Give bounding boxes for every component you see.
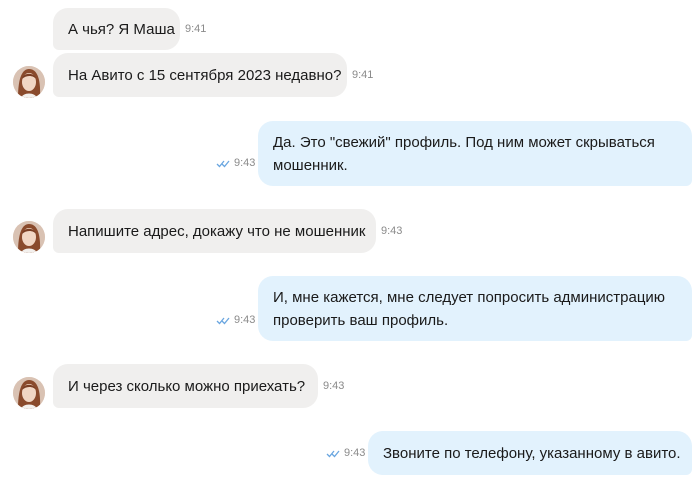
message-time: 9:41 [352,69,374,81]
avatar-image [13,221,45,253]
message-bubble-incoming[interactable]: Напишите адрес, докажу что не мошенник [53,209,376,253]
message-bubble-incoming[interactable]: На Авито с 15 сентября 2023 недавно? [53,53,347,97]
message-time: 9:43 [326,447,365,459]
message-time: 9:43 [381,225,403,237]
double-check-icon [216,317,230,324]
message-text: Звоните по телефону, указанному в авито. [383,444,681,462]
message-bubble-outgoing[interactable]: Да. Это "свежий" профиль. Под ним может … [258,121,692,186]
message-text: Напишите адрес, докажу что не мошенник [68,222,366,240]
message-bubble-outgoing[interactable]: Звоните по телефону, указанному в авито. [368,431,692,475]
sender-avatar[interactable] [13,377,45,409]
message-text: И через сколько можно приехать? [68,377,306,395]
message-time: 9:43 [323,380,345,392]
message-time: 9:43 [216,157,255,169]
double-check-icon [216,160,230,167]
avatar-image [13,377,45,409]
message-text: На Авито с 15 сентября 2023 недавно? [68,66,342,84]
message-bubble-incoming[interactable]: А чья? Я Маша [53,8,180,50]
message-text: И, мне кажется, мне следует попросить ад… [273,288,666,329]
message-text: А чья? Я Маша [68,20,175,38]
sender-avatar[interactable] [13,66,45,98]
message-bubble-outgoing[interactable]: И, мне кажется, мне следует попросить ад… [258,276,692,341]
message-time: 9:41 [185,23,207,35]
message-text: Да. Это "свежий" профиль. Под ним может … [273,133,655,174]
message-bubble-incoming[interactable]: И через сколько можно приехать? [53,364,318,408]
avatar-image [13,66,45,98]
double-check-icon [326,450,340,457]
sender-avatar[interactable] [13,221,45,253]
message-time: 9:43 [216,314,255,326]
